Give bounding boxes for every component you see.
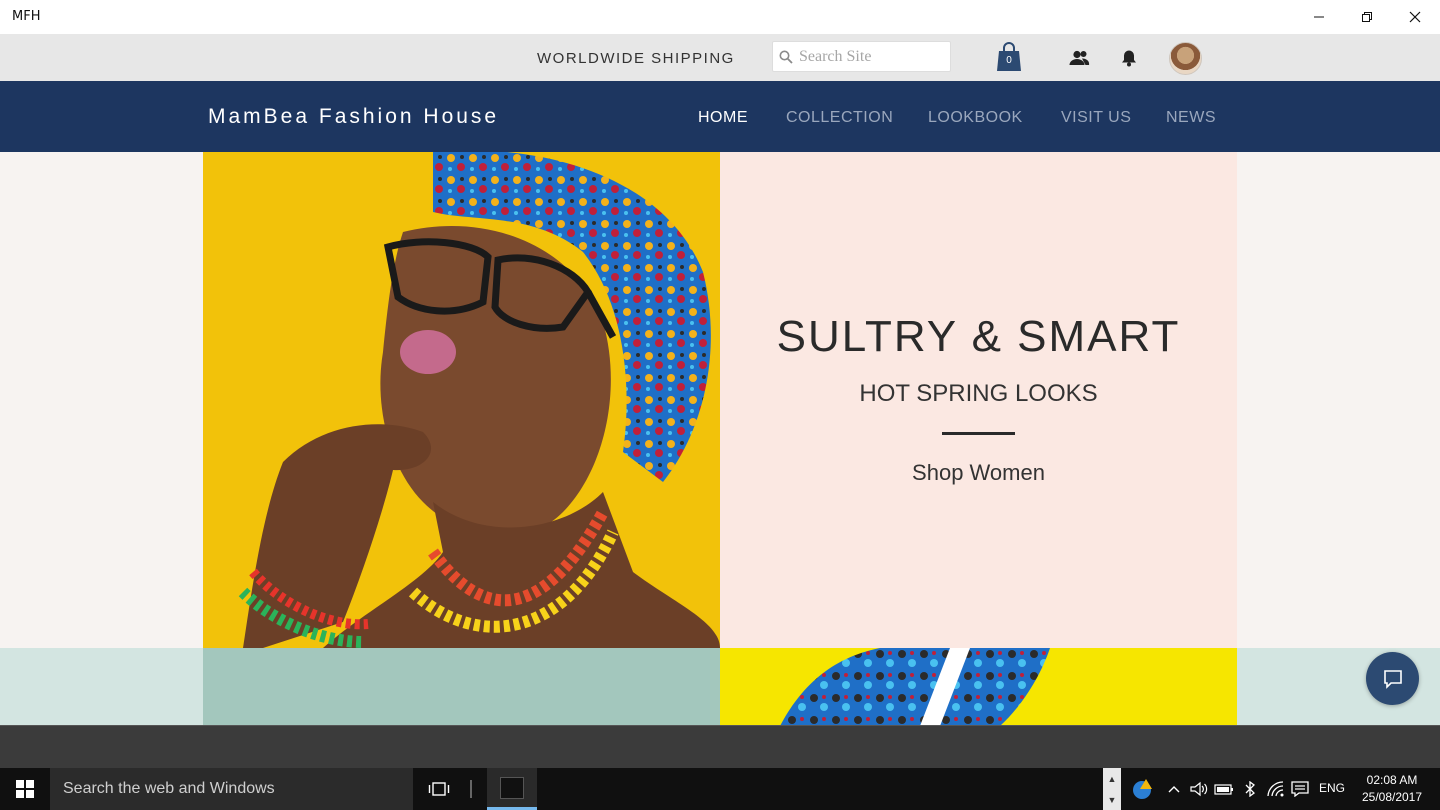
- input-language[interactable]: ENG: [1319, 781, 1345, 795]
- utility-bar: WORLDWIDE SHIPPING 0: [0, 34, 1440, 81]
- section-tile-right-image: [720, 648, 1237, 726]
- minimize-button[interactable]: [1295, 0, 1343, 34]
- chat-button[interactable]: [1366, 652, 1419, 705]
- bluetooth-icon[interactable]: [1239, 779, 1261, 799]
- taskbar-search[interactable]: Search the web and Windows: [50, 768, 413, 810]
- windows-logo-icon: [16, 780, 34, 798]
- app-icon: [500, 776, 524, 799]
- taskbar-separator: [470, 780, 472, 798]
- hero-promo-panel: SULTRY & SMART HOT SPRING LOOKS Shop Wom…: [720, 152, 1237, 648]
- site-brand[interactable]: MamBea Fashion House: [208, 105, 499, 129]
- cart-count: 0: [1006, 55, 1012, 66]
- members-icon: [1069, 50, 1090, 65]
- minimize-icon: [1314, 16, 1324, 18]
- taskbar-scroll-control[interactable]: ▲ ▼: [1103, 768, 1121, 810]
- shipping-notice: WORLDWIDE SHIPPING: [537, 50, 735, 67]
- show-hidden-icons-icon[interactable]: [1163, 779, 1185, 799]
- nav-collection[interactable]: COLLECTION: [786, 109, 893, 127]
- battery-icon[interactable]: [1213, 779, 1235, 799]
- start-button[interactable]: [0, 768, 50, 810]
- section-tile-left: [203, 648, 720, 726]
- main-navbar: MamBea Fashion House HOME COLLECTION LOO…: [0, 81, 1440, 152]
- hero-divider: [942, 432, 1015, 435]
- bell-icon: [1122, 50, 1136, 67]
- close-icon: [1409, 11, 1421, 23]
- update-warning-icon[interactable]: [1131, 779, 1153, 799]
- chevron-down-icon[interactable]: ▼: [1108, 795, 1117, 805]
- task-view-button[interactable]: [418, 768, 460, 810]
- nav-visit-us[interactable]: VISIT US: [1061, 109, 1131, 127]
- hero-subheading: HOT SPRING LOOKS: [859, 380, 1098, 407]
- close-button[interactable]: [1391, 0, 1439, 34]
- shop-women-link[interactable]: Shop Women: [720, 460, 1237, 486]
- notifications-button[interactable]: [1121, 49, 1137, 72]
- window-titlebar: MFH: [0, 0, 1440, 34]
- site-search[interactable]: [772, 41, 951, 72]
- hero-heading: SULTRY & SMART: [776, 312, 1181, 361]
- volume-icon[interactable]: [1188, 779, 1210, 799]
- taskbar-app-mfh[interactable]: [487, 768, 537, 810]
- windows-taskbar: Search the web and Windows ▲ ▼ ENG 02:08…: [0, 768, 1440, 810]
- hero-model-image: [203, 152, 720, 648]
- members-button[interactable]: [1068, 50, 1090, 71]
- taskbar-search-text: Search the web and Windows: [63, 780, 275, 797]
- nav-news[interactable]: NEWS: [1166, 109, 1216, 127]
- chevron-up-icon[interactable]: ▲: [1108, 774, 1117, 784]
- taskbar-clock[interactable]: 02:08 AM 25/08/2017: [1352, 772, 1432, 806]
- headwrap-illustration: [780, 648, 1050, 726]
- user-avatar[interactable]: [1169, 42, 1202, 75]
- chat-icon: [1383, 669, 1402, 689]
- restore-icon: [1362, 12, 1372, 22]
- restore-button[interactable]: [1343, 0, 1391, 34]
- window-bottom-band: [0, 725, 1440, 768]
- action-center-icon[interactable]: [1289, 779, 1311, 799]
- wifi-icon[interactable]: [1265, 779, 1287, 799]
- clock-date: 25/08/2017: [1361, 790, 1423, 804]
- model-illustration: [238, 152, 720, 648]
- task-view-icon: [428, 782, 450, 796]
- nav-lookbook[interactable]: LOOKBOOK: [928, 109, 1023, 127]
- search-icon: [779, 50, 793, 64]
- clock-time: 02:08 AM: [1366, 773, 1418, 787]
- search-input[interactable]: [797, 46, 947, 67]
- window-title: MFH: [12, 9, 41, 24]
- cart-button[interactable]: 0: [996, 42, 1022, 72]
- nav-home[interactable]: HOME: [698, 109, 748, 127]
